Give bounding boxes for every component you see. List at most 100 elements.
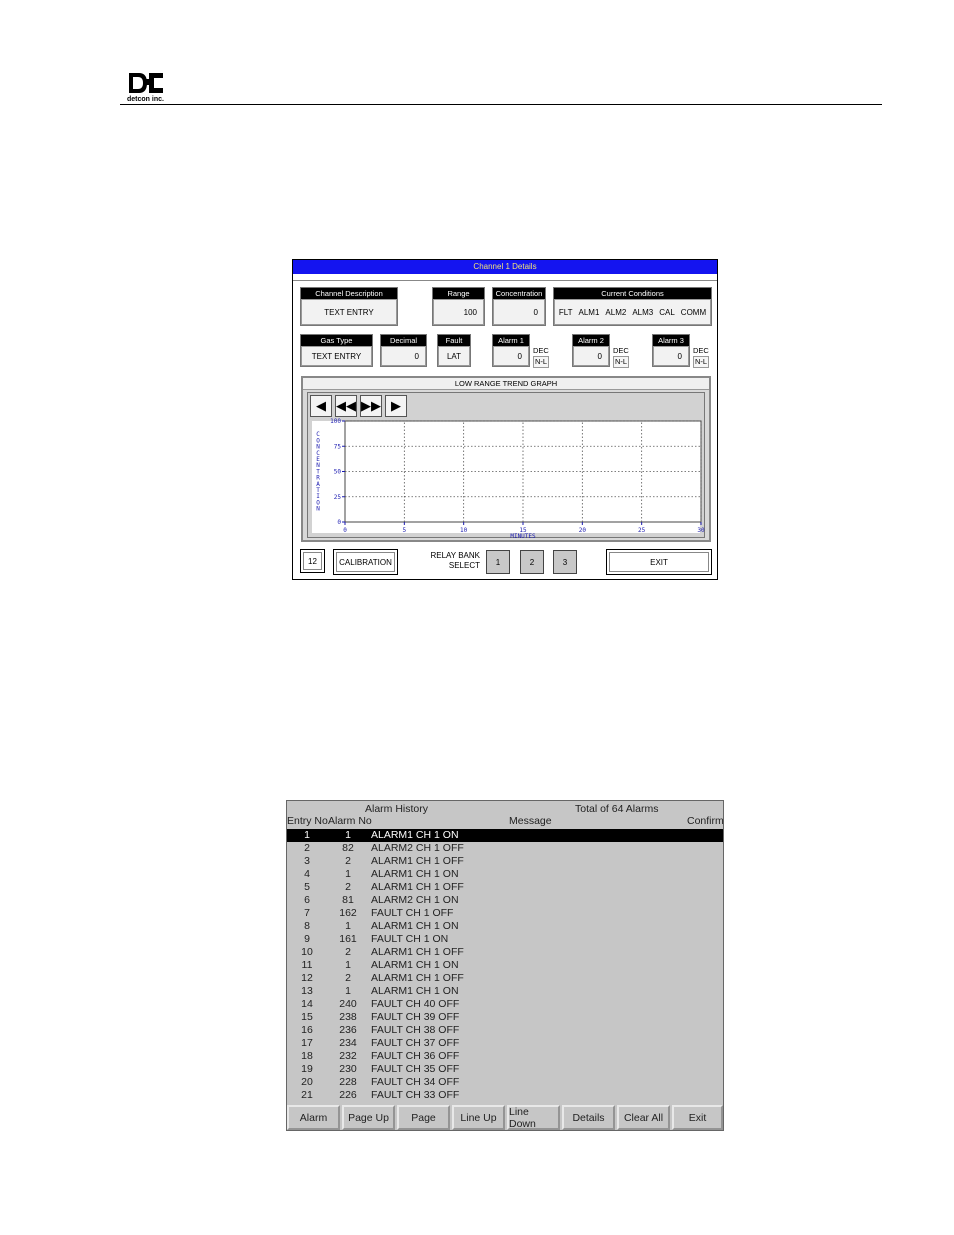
cell-message: ALARM2 CH 1 ON (371, 894, 459, 906)
header-rule (120, 104, 882, 105)
table-row[interactable]: 20 228 FAULT CH 34 OFF (287, 1076, 723, 1089)
fault-value: LAT (438, 346, 470, 366)
logo-text: detcon inc. (127, 96, 164, 103)
channel-description-field[interactable]: Channel Description TEXT ENTRY (300, 287, 398, 326)
table-row[interactable]: 11 1 ALARM1 CH 1 ON (287, 959, 723, 972)
cell-entry: 18 (301, 1050, 313, 1062)
page-up-button[interactable]: Page Up (342, 1105, 395, 1130)
cell-entry: 4 (304, 868, 310, 880)
cell-entry: 16 (301, 1024, 313, 1036)
cell-message: ALARM1 CH 1 OFF (371, 881, 464, 893)
alarm2-options[interactable]: DEC N-L (613, 346, 630, 368)
table-row[interactable]: 3 2 ALARM1 CH 1 OFF (287, 855, 723, 868)
cell-alarm: 236 (339, 1024, 357, 1036)
cell-message: ALARM1 CH 1 ON (371, 985, 459, 997)
cell-message: FAULT CH 39 OFF (371, 1011, 460, 1023)
line-up-button[interactable]: Line Up (452, 1105, 505, 1130)
table-row[interactable]: 16 236 FAULT CH 38 OFF (287, 1024, 723, 1037)
gas-type-value: TEXT ENTRY (301, 346, 372, 366)
cell-message: FAULT CH 36 OFF (371, 1050, 460, 1062)
table-row[interactable]: 21 226 FAULT CH 33 OFF (287, 1089, 723, 1102)
alarm-history-toolbar: Alarm Page Up Page Line Up Line Down Det… (287, 1105, 723, 1130)
range-field[interactable]: Range 100 (432, 287, 485, 326)
table-row[interactable]: 2 82 ALARM2 CH 1 OFF (287, 842, 723, 855)
col-message: Message (509, 815, 552, 827)
cell-message: FAULT CH 38 OFF (371, 1024, 460, 1036)
alarm-history-title: Alarm History (365, 803, 429, 815)
calibration-button[interactable]: CALIBRATION (333, 549, 398, 575)
alarm1-options[interactable]: DEC N-L (533, 346, 550, 368)
details-button[interactable]: Details (562, 1105, 615, 1130)
condition-alm2: ALM2 (605, 307, 627, 317)
table-row[interactable]: 1 1 ALARM1 CH 1 ON (287, 829, 723, 842)
table-row[interactable]: 10 2 ALARM1 CH 1 OFF (287, 946, 723, 959)
alarm-total: Total of 64 Alarms (575, 803, 659, 815)
cell-entry: 13 (301, 985, 313, 997)
table-row[interactable]: 4 1 ALARM1 CH 1 ON (287, 868, 723, 881)
exit-button[interactable]: Exit (672, 1105, 723, 1130)
relay-bank-3-button[interactable]: 3 (553, 550, 577, 574)
alarm2-field[interactable]: Alarm 2 0 (572, 334, 610, 367)
cell-message: FAULT CH 1 OFF (371, 907, 454, 919)
table-row[interactable]: 19 230 FAULT CH 35 OFF (287, 1063, 723, 1076)
alarm3-dir: DEC (693, 346, 709, 355)
cell-entry: 12 (301, 972, 313, 984)
cell-message: FAULT CH 37 OFF (371, 1037, 460, 1049)
alarm3-field[interactable]: Alarm 3 0 (652, 334, 690, 367)
channel-description-value: TEXT ENTRY (301, 299, 397, 325)
alarm-history-panel: Alarm History Total of 64 Alarms Entry N… (286, 800, 724, 1131)
cell-alarm: 161 (339, 933, 357, 945)
current-conditions-label: Current Conditions (554, 288, 711, 299)
table-row[interactable]: 7 162 FAULT CH 1 OFF (287, 907, 723, 920)
condition-alm1: ALM1 (578, 307, 600, 317)
cell-entry: 8 (304, 920, 310, 932)
alarm3-options[interactable]: DEC N-L (693, 346, 710, 368)
alarm3-latch: N-L (693, 356, 710, 368)
table-row[interactable]: 6 81 ALARM2 CH 1 ON (287, 894, 723, 907)
table-row[interactable]: 17 234 FAULT CH 37 OFF (287, 1037, 723, 1050)
alarm2-latch: N-L (613, 356, 630, 368)
trend-chart: 0 5 10 15 20 25 300255075100MINUTESCONCENTRATI… (316, 418, 705, 539)
relay-bank-2-button[interactable]: 2 (520, 550, 544, 574)
table-row[interactable]: 8 1 ALARM1 CH 1 ON (287, 920, 723, 933)
cell-alarm: 228 (339, 1076, 357, 1088)
x-axis-label: MINUTES (510, 533, 536, 539)
y-tick-label: 75 (334, 443, 342, 450)
cell-message: FAULT CH 35 OFF (371, 1063, 460, 1075)
cell-entry: 10 (301, 946, 313, 958)
table-row[interactable]: 14 240 FAULT CH 40 OFF (287, 998, 723, 1011)
trend-graph-title: LOW RANGE TREND GRAPH (303, 378, 709, 390)
current-conditions-indicators: FLT ALM1 ALM2 ALM3 CAL COMM (554, 299, 711, 325)
panel-title: Channel 1 Details (293, 260, 717, 274)
cell-alarm: 2 (345, 972, 351, 984)
decimal-field[interactable]: Decimal 0 (380, 334, 427, 367)
relay-bank-1-button[interactable]: 1 (486, 550, 510, 574)
cell-entry: 6 (304, 894, 310, 906)
cell-entry: 2 (304, 842, 310, 854)
fault-field[interactable]: Fault LAT (437, 334, 471, 367)
cell-alarm: 230 (339, 1063, 357, 1075)
cell-alarm: 162 (339, 907, 357, 919)
table-row[interactable]: 15 238 FAULT CH 39 OFF (287, 1011, 723, 1024)
condition-alm3: ALM3 (632, 307, 654, 317)
cell-entry: 19 (301, 1063, 313, 1075)
page-down-button[interactable]: Page (397, 1105, 450, 1130)
channel-number-button[interactable]: 12 (300, 549, 325, 573)
alarm1-field[interactable]: Alarm 1 0 (492, 334, 530, 367)
table-row[interactable]: 18 232 FAULT CH 36 OFF (287, 1050, 723, 1063)
cell-entry: 3 (304, 855, 310, 867)
exit-button[interactable]: EXIT (606, 549, 712, 575)
cell-alarm: 240 (339, 998, 357, 1010)
clear-all-button[interactable]: Clear All (617, 1105, 670, 1130)
cell-message: FAULT CH 1 ON (371, 933, 449, 945)
x-tick-label: 25 (638, 527, 646, 534)
cell-message: ALARM1 CH 1 OFF (371, 972, 464, 984)
table-row[interactable]: 5 2 ALARM1 CH 1 OFF (287, 881, 723, 894)
alarm-button[interactable]: Alarm (287, 1105, 340, 1130)
table-row[interactable]: 12 2 ALARM1 CH 1 OFF (287, 972, 723, 985)
gas-type-field[interactable]: Gas Type TEXT ENTRY (300, 334, 373, 367)
table-row[interactable]: 13 1 ALARM1 CH 1 ON (287, 985, 723, 998)
table-row[interactable]: 9 161 FAULT CH 1 ON (287, 933, 723, 946)
line-down-button[interactable]: Line Down (507, 1105, 560, 1130)
y-tick-label: 100 (330, 418, 341, 425)
